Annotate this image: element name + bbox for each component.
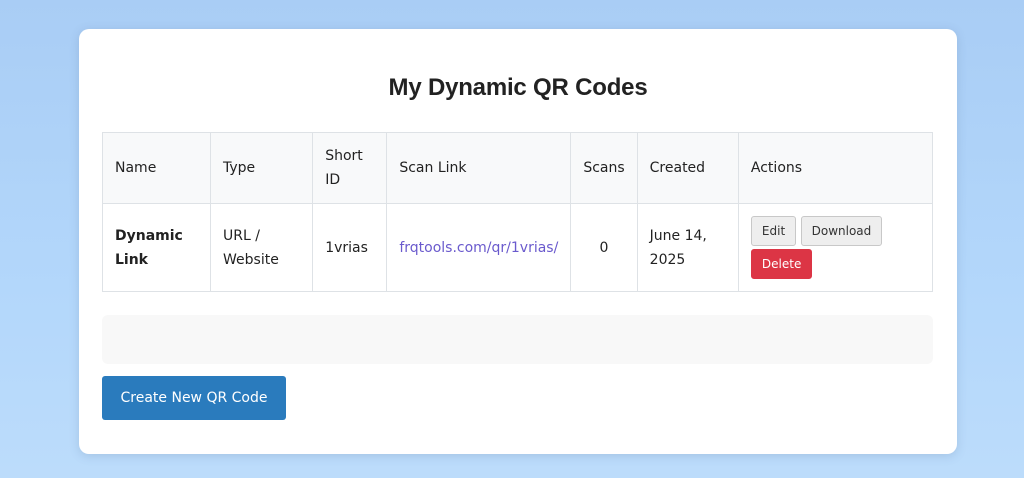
table-row: Dynamic Link URL / Website 1vrias frqtoo… — [102, 203, 934, 292]
actions-row-2: Delete — [750, 246, 920, 279]
qr-actions-cell: Edit Download Delete — [737, 203, 934, 292]
delete-button[interactable]: Delete — [750, 249, 813, 279]
qr-scans-cell: 0 — [570, 203, 638, 292]
scan-link[interactable]: frqtools.com/qr/1vrias/ — [399, 240, 558, 256]
create-new-qr-code-button[interactable]: Create New QR Code — [102, 376, 286, 420]
table-header-row: Name Type Short ID Scan Link Scans Creat… — [102, 132, 934, 204]
column-header-type: Type — [209, 132, 314, 204]
qr-codes-card: My Dynamic QR Codes Name Type Short ID S… — [79, 29, 957, 454]
qr-created-cell: June 14, 2025 — [636, 203, 739, 292]
actions-row: Edit Download — [750, 216, 920, 246]
download-button[interactable]: Download — [800, 216, 883, 246]
column-header-created: Created — [636, 132, 739, 204]
column-header-short-id: Short ID — [312, 132, 388, 204]
column-header-scan-link: Scan Link — [386, 132, 572, 204]
qr-short-id-cell: 1vrias — [312, 203, 388, 292]
column-header-scans: Scans — [570, 132, 638, 204]
empty-panel — [102, 315, 933, 364]
column-header-name: Name — [102, 132, 211, 204]
qr-type-cell: URL / Website — [209, 203, 314, 292]
qr-name-cell: Dynamic Link — [102, 203, 211, 292]
qr-codes-table: Name Type Short ID Scan Link Scans Creat… — [102, 132, 934, 292]
column-header-actions: Actions — [737, 132, 934, 204]
page-title: My Dynamic QR Codes — [388, 74, 648, 101]
edit-button[interactable]: Edit — [750, 216, 797, 246]
qr-scan-link-cell: frqtools.com/qr/1vrias/ — [386, 203, 572, 292]
